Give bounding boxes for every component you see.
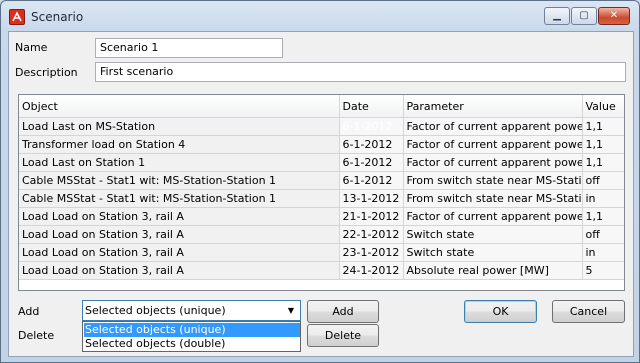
table-row[interactable]: Load Last on Station 1 6-1-2012 Factor of … xyxy=(19,153,624,172)
table-row[interactable]: Cable MSStat - Stat1 wit: MS-Station-Sta… xyxy=(19,189,624,208)
add-mode-dropdown-list: Selected objects (unique) Selected objec… xyxy=(82,321,301,352)
cell-date[interactable]: 13-1-2012 xyxy=(339,189,404,208)
table-row[interactable]: Load Load on Station 3, rail A 22-1-2012 S… xyxy=(19,225,624,244)
cell-value[interactable]: off xyxy=(582,225,624,244)
cell-object[interactable]: Load Last on Station 1 xyxy=(19,153,340,172)
table-row[interactable]: Transformer load on Station 4 6-1-2012 Fac… xyxy=(19,135,624,154)
cancel-button[interactable]: Cancel xyxy=(552,300,625,323)
minimize-button[interactable]: ▁ xyxy=(544,7,570,25)
cell-value[interactable]: in xyxy=(582,189,624,208)
cell-parameter[interactable]: Switch state xyxy=(403,243,583,262)
combobox-value: Selected objects (unique) xyxy=(85,304,226,317)
cell-object[interactable]: Load Load on Station 3, rail A xyxy=(19,207,340,226)
cell-value[interactable]: 1,1 xyxy=(582,135,624,154)
cell-value[interactable]: 1,1 xyxy=(582,153,624,172)
window-title: Scenario xyxy=(31,10,84,24)
cell-object[interactable]: Cable MSStat - Stat1 wit: MS-Station-Sta… xyxy=(19,189,340,208)
app-icon xyxy=(9,9,25,25)
scenario-table[interactable]: Object Date Parameter Value Load Last on… xyxy=(18,94,625,291)
cell-value[interactable]: off xyxy=(582,171,624,190)
cell-value[interactable]: 5 xyxy=(582,261,624,280)
delete-button[interactable]: Delete xyxy=(307,324,379,347)
scenario-dialog: Scenario ▁ ▢ ✕ Name Scenario 1 Descripti… xyxy=(0,0,640,363)
title-bar[interactable]: Scenario ▁ ▢ ✕ xyxy=(1,1,639,31)
cell-parameter[interactable]: Factor of current apparent power xyxy=(403,153,583,172)
table-row[interactable]: Load Load on Station 3, rail A 23-1-2012 S… xyxy=(19,243,624,262)
cell-parameter[interactable]: Factor of current apparent power xyxy=(403,207,583,226)
cell-date[interactable]: 6-1-2012 xyxy=(339,135,404,154)
cell-value[interactable]: 1,1 xyxy=(582,117,624,136)
add-label: Add xyxy=(18,305,40,318)
dropdown-option-double[interactable]: Selected objects (double) xyxy=(84,337,300,351)
table-header: Object Date Parameter Value xyxy=(19,95,624,118)
cell-value[interactable]: 1,1 xyxy=(582,207,624,226)
cell-parameter[interactable]: Absolute real power [MW] xyxy=(403,261,583,280)
cell-date[interactable]: 21-1-2012 xyxy=(339,207,404,226)
cell-date[interactable]: 23-1-2012 xyxy=(339,243,404,262)
cell-date[interactable]: 6-1-2012 xyxy=(339,153,404,172)
cell-object[interactable]: Load Load on Station 3, rail A xyxy=(19,225,340,244)
table-row[interactable]: Load Load on Station 3, rail A 21-1-2012 F… xyxy=(19,207,624,226)
column-header-value[interactable]: Value xyxy=(582,95,624,118)
cell-object[interactable]: Cable MSStat - Stat1 wit: MS-Station-Sta… xyxy=(19,171,340,190)
dropdown-option-unique[interactable]: Selected objects (unique) xyxy=(84,323,300,337)
column-header-object[interactable]: Object xyxy=(19,95,340,118)
cell-date[interactable]: 6-1-2012 xyxy=(339,171,404,190)
cell-parameter[interactable]: Switch state xyxy=(403,225,583,244)
chevron-down-icon[interactable]: ▼ xyxy=(285,304,297,317)
add-button[interactable]: Add xyxy=(307,300,379,323)
cell-date[interactable]: 6-1-2012 xyxy=(339,117,404,136)
description-field[interactable]: First scenario xyxy=(95,62,626,82)
cell-parameter[interactable]: Factor of current apparent power xyxy=(403,117,583,136)
cell-parameter[interactable]: Factor of current apparent power xyxy=(403,135,583,154)
table-row[interactable]: Load Load on Station 3, rail A 24-1-2012 A… xyxy=(19,261,624,280)
close-button[interactable]: ✕ xyxy=(598,7,630,25)
maximize-button[interactable]: ▢ xyxy=(571,7,597,25)
cell-date[interactable]: 22-1-2012 xyxy=(339,225,404,244)
name-label: Name xyxy=(15,41,48,54)
cell-object[interactable]: Load Load on Station 3, rail A xyxy=(19,243,340,262)
cell-object[interactable]: Transformer load on Station 4 xyxy=(19,135,340,154)
table-row[interactable]: Load Last on MS-Station 6-1-2012 Factor of… xyxy=(19,117,624,136)
add-mode-combobox[interactable]: Selected objects (unique) ▼ xyxy=(82,300,301,321)
cell-parameter[interactable]: From switch state near MS-Station xyxy=(403,171,583,190)
column-header-parameter[interactable]: Parameter xyxy=(403,95,583,118)
table-row[interactable]: Cable MSStat - Stat1 wit: MS-Station-Sta… xyxy=(19,171,624,190)
description-label: Description xyxy=(15,66,78,79)
cell-value[interactable]: in xyxy=(582,243,624,262)
cell-object[interactable]: Load Load on Station 3, rail A xyxy=(19,261,340,280)
delete-label: Delete xyxy=(18,329,55,342)
column-header-date[interactable]: Date xyxy=(339,95,404,118)
cell-date[interactable]: 24-1-2012 xyxy=(339,261,404,280)
dialog-client-area: Name Scenario 1 Description First scenar… xyxy=(8,31,634,357)
name-field[interactable]: Scenario 1 xyxy=(95,38,283,58)
ok-button[interactable]: OK xyxy=(464,300,537,323)
cell-parameter[interactable]: From switch state near MS-Station xyxy=(403,189,583,208)
cell-object[interactable]: Load Last on MS-Station xyxy=(19,117,340,136)
